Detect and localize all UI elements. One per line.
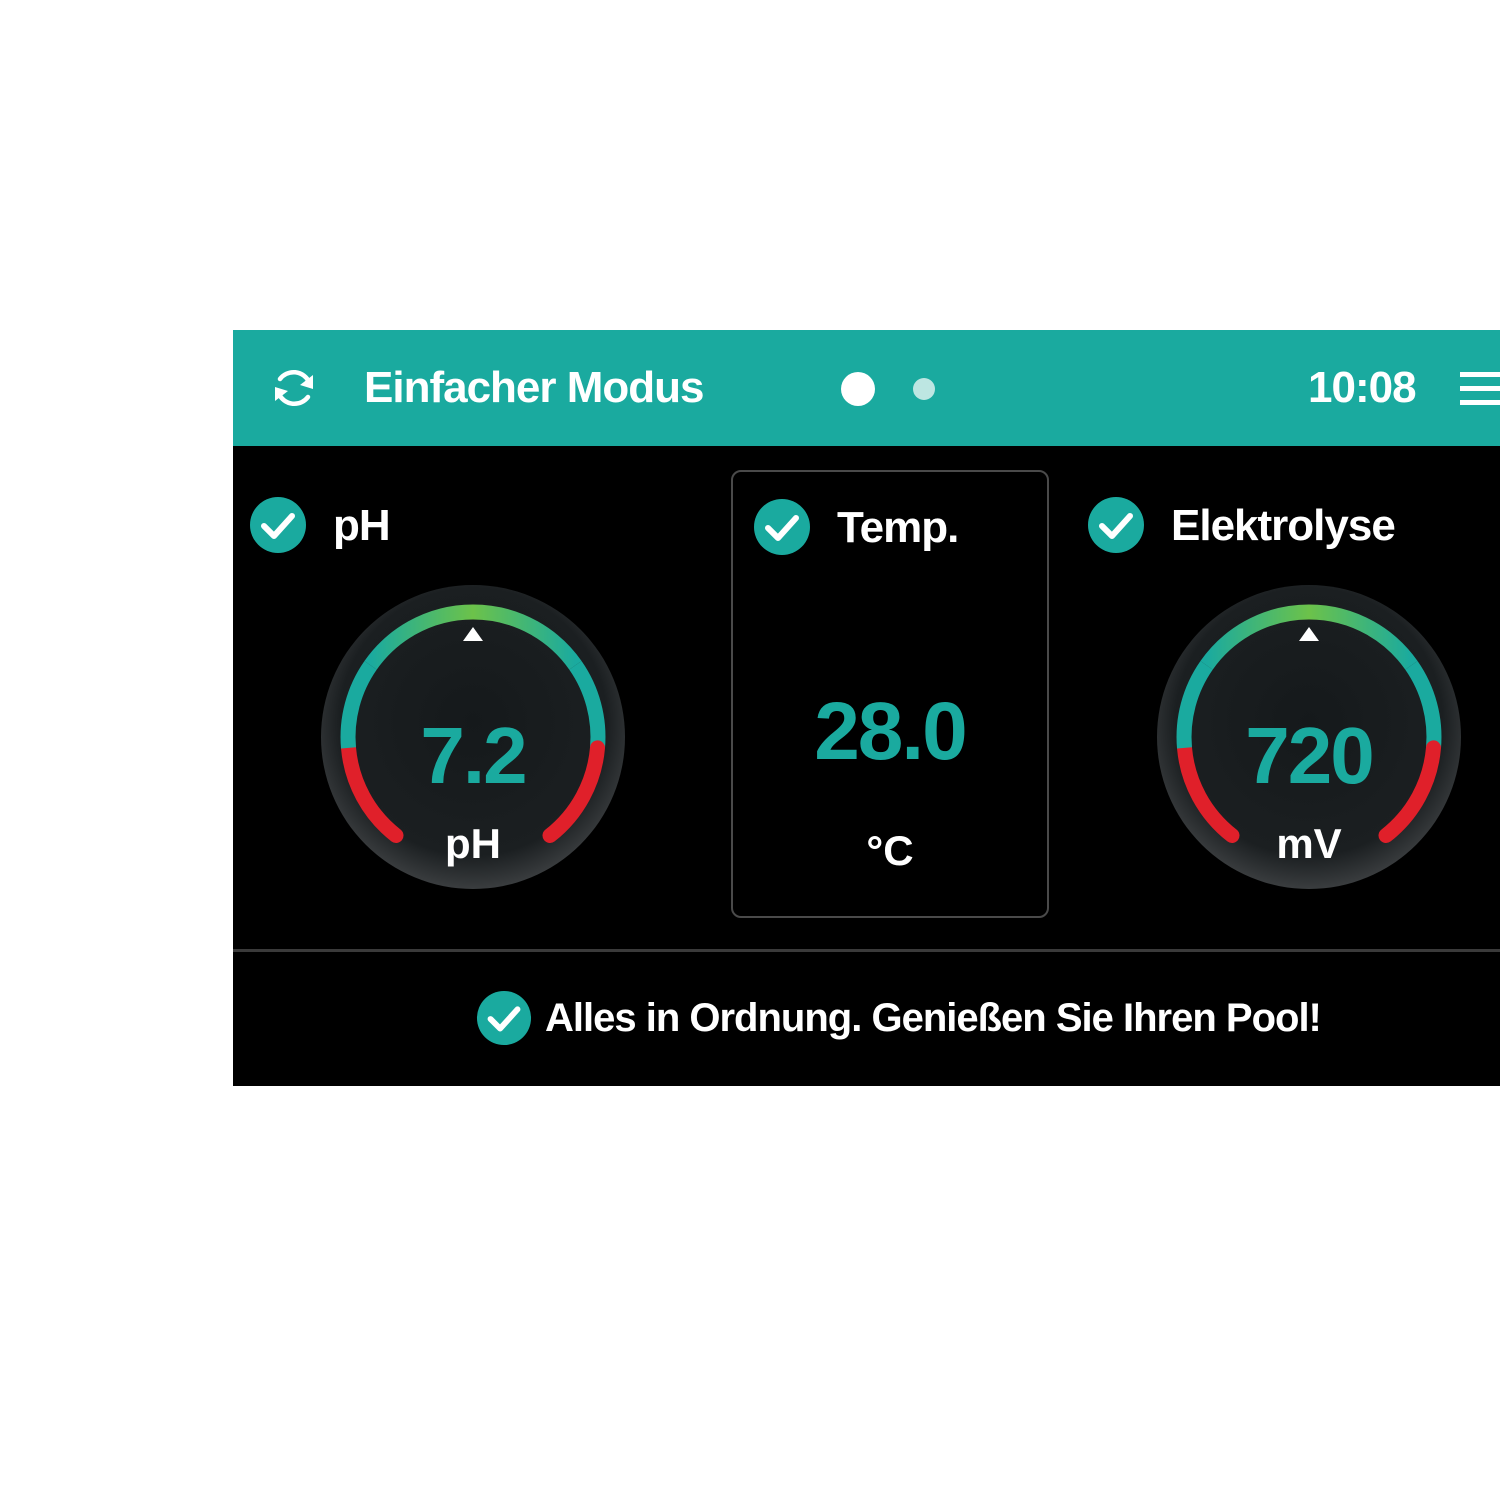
- check-circle-icon: [754, 499, 810, 555]
- temp-card[interactable]: Temp. 28.0 °C: [731, 470, 1049, 918]
- check-circle-icon: [250, 497, 306, 553]
- page-indicator-dot[interactable]: [913, 378, 935, 400]
- temp-unit: °C: [866, 827, 914, 874]
- pool-controller-screen: Einfacher Modus 10:08 pH 7.2 pH Temp. 28…: [233, 330, 1500, 1086]
- ph-unit: pH: [445, 820, 501, 867]
- status-message: Alles in Ordnung. Genießen Sie Ihren Poo…: [545, 996, 1322, 1040]
- ph-label: pH: [333, 501, 391, 550]
- hamburger-menu-icon[interactable]: [1460, 372, 1500, 406]
- ph-card[interactable]: pH 7.2 pH: [243, 470, 701, 918]
- status-bar: Alles in Ordnung. Genießen Sie Ihren Poo…: [233, 982, 1500, 1052]
- header-bar: Einfacher Modus 10:08: [233, 330, 1500, 446]
- ph-gauge: 7.2 pH: [319, 583, 627, 891]
- page-indicator-dot-active[interactable]: [841, 372, 875, 406]
- ph-value: 7.2: [420, 711, 527, 800]
- refresh-icon[interactable]: [269, 363, 319, 413]
- elektrolyse-label: Elektrolyse: [1171, 501, 1396, 550]
- temp-value: 28.0: [814, 686, 968, 777]
- check-circle-icon: [476, 990, 532, 1046]
- elektrolyse-value: 720: [1245, 711, 1374, 800]
- temp-label: Temp.: [837, 503, 959, 552]
- elektrolyse-card[interactable]: Elektrolyse 720 mV: [1079, 470, 1500, 918]
- clock-time: 10:08: [1308, 363, 1417, 412]
- check-circle-icon: [1088, 497, 1144, 553]
- divider: [233, 949, 1500, 952]
- elektrolyse-unit: mV: [1276, 820, 1342, 867]
- elektrolyse-gauge: 720 mV: [1155, 583, 1463, 891]
- mode-title: Einfacher Modus: [364, 363, 704, 412]
